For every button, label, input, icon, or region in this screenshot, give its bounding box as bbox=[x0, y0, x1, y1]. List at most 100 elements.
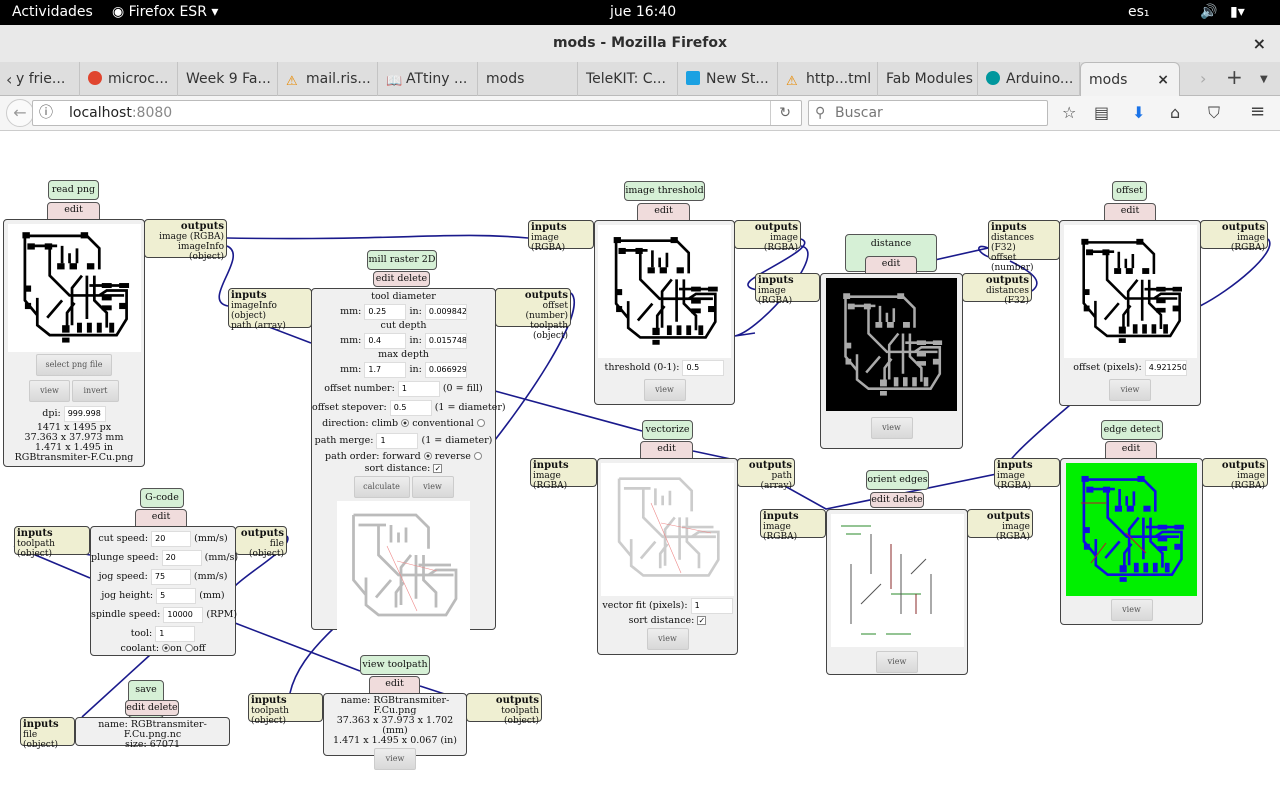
downloads-icon[interactable]: ⬇ bbox=[1132, 103, 1145, 122]
view-button[interactable]: view bbox=[646, 628, 689, 650]
view-button[interactable]: view bbox=[1109, 379, 1151, 401]
spindle-speed-input[interactable] bbox=[163, 606, 204, 623]
jog-speed-input[interactable] bbox=[150, 568, 191, 585]
sort-distance-checkbox[interactable]: ✓ bbox=[433, 464, 443, 473]
view-button[interactable]: view bbox=[643, 379, 686, 401]
app-menu[interactable]: ◉ Firefox ESR ▾ bbox=[112, 4, 218, 20]
reverse-radio[interactable] bbox=[473, 452, 482, 460]
cut-speed-input[interactable] bbox=[151, 530, 192, 547]
max-depth-mm-input[interactable] bbox=[364, 361, 407, 378]
output-port[interactable]: image (RGBA) bbox=[1231, 233, 1265, 253]
input-port[interactable]: image (RGBA) bbox=[758, 286, 792, 306]
tool-diameter-in-input[interactable] bbox=[424, 303, 467, 320]
module-title-view-toolpath[interactable]: view toolpath bbox=[360, 655, 430, 675]
view-button[interactable]: view bbox=[374, 748, 416, 770]
output-port[interactable]: image (RGBA) bbox=[996, 522, 1030, 542]
cut-depth-mm-input[interactable] bbox=[364, 332, 407, 349]
view-button[interactable]: view bbox=[29, 380, 70, 402]
menu-icon[interactable]: ≡ bbox=[1250, 101, 1265, 122]
input-port[interactable]: path (array) bbox=[231, 321, 286, 331]
input-port[interactable]: image (RGBA) bbox=[997, 471, 1031, 491]
tab[interactable]: New St... bbox=[678, 62, 778, 96]
input-port[interactable]: toolpath (object) bbox=[17, 539, 55, 559]
search-input[interactable]: ⚲ Buscar bbox=[808, 100, 1048, 126]
window-close-button[interactable]: × bbox=[1253, 25, 1266, 62]
tab[interactable]: ⚠ http...tml bbox=[778, 62, 878, 96]
tab[interactable]: microc... bbox=[80, 62, 178, 96]
view-button[interactable]: view bbox=[1110, 599, 1153, 621]
coolant-on-radio[interactable] bbox=[162, 644, 171, 652]
module-title-orient-edges[interactable]: orient edges bbox=[866, 470, 929, 490]
edit-delete-button[interactable]: edit delete bbox=[125, 700, 179, 716]
output-port[interactable]: toolpath (object) bbox=[530, 321, 568, 341]
climb-radio[interactable] bbox=[401, 419, 410, 427]
module-title-mill-raster-2d[interactable]: mill raster 2D bbox=[367, 250, 437, 270]
tabs-scroll-right-icon[interactable]: › bbox=[1200, 69, 1206, 88]
tab-active[interactable]: mods × bbox=[1080, 62, 1180, 96]
module-title-vectorize[interactable]: vectorize bbox=[642, 420, 693, 440]
input-port[interactable]: distances (F32) bbox=[991, 233, 1034, 253]
sort-distance-checkbox[interactable]: ✓ bbox=[697, 616, 707, 625]
back-button[interactable]: ← bbox=[6, 99, 34, 127]
output-port[interactable]: image (RGBA) bbox=[1231, 471, 1265, 491]
tab-list-icon[interactable]: ▼ bbox=[1260, 74, 1268, 85]
path-merge-input[interactable] bbox=[376, 432, 419, 449]
tab-close-button[interactable]: × bbox=[1157, 63, 1169, 96]
offset-number-input[interactable] bbox=[397, 380, 440, 397]
input-port[interactable]: toolpath (object) bbox=[251, 706, 289, 726]
module-title-image-threshold[interactable]: image threshold bbox=[624, 181, 705, 201]
select-png-file-button[interactable]: select png file bbox=[36, 354, 112, 376]
max-depth-in-input[interactable] bbox=[424, 361, 467, 378]
forward-radio[interactable] bbox=[423, 452, 432, 460]
tab[interactable]: ⚠ mail.ris... bbox=[278, 62, 378, 96]
module-title-gcode[interactable]: G-code bbox=[140, 488, 184, 508]
cut-depth-in-input[interactable] bbox=[424, 332, 467, 349]
tool-input[interactable] bbox=[155, 625, 196, 642]
input-port[interactable]: image (RGBA) bbox=[531, 233, 565, 253]
threshold-input[interactable] bbox=[682, 359, 725, 376]
view-button[interactable]: view bbox=[870, 417, 913, 439]
keyboard-layout[interactable]: es₁ bbox=[1128, 4, 1150, 20]
offset-stepover-input[interactable] bbox=[389, 399, 432, 416]
coolant-off-radio[interactable] bbox=[185, 644, 194, 652]
tab[interactable]: Arduino... bbox=[978, 62, 1080, 96]
output-port[interactable]: image (RGBA) bbox=[764, 233, 798, 253]
pocket-icon[interactable]: ⛉ bbox=[1208, 103, 1220, 123]
output-port[interactable]: path (array) bbox=[761, 471, 792, 491]
reload-icon[interactable]: ↻ bbox=[770, 101, 791, 125]
tabs-scroll-left-icon[interactable]: ‹ bbox=[6, 70, 12, 89]
tab[interactable]: Week 9 Fa... bbox=[178, 62, 278, 96]
mods-canvas[interactable]: read png edit delete select png file vie… bbox=[0, 131, 1280, 800]
view-button[interactable]: view bbox=[411, 476, 454, 498]
offset-pixels-input[interactable] bbox=[1144, 359, 1187, 376]
input-port[interactable]: image (RGBA) bbox=[763, 522, 797, 542]
tab[interactable]: 📖 ATtiny ... bbox=[378, 62, 478, 96]
tab[interactable]: Fab Modules bbox=[878, 62, 978, 96]
edit-delete-button[interactable]: edit delete bbox=[870, 492, 924, 508]
tab[interactable]: y frie... bbox=[14, 62, 80, 96]
site-info-icon[interactable]: ⓘ bbox=[39, 101, 53, 125]
jog-height-input[interactable] bbox=[156, 587, 197, 604]
module-title-edge-detect[interactable]: edge detect bbox=[1101, 420, 1163, 440]
output-port[interactable]: file (object) bbox=[249, 539, 284, 559]
volume-icon[interactable]: 🔊 bbox=[1200, 4, 1217, 20]
url-bar[interactable]: ⓘ localhost:8080 ↻ bbox=[32, 100, 802, 126]
input-port[interactable]: imageInfo (object) bbox=[231, 301, 277, 321]
input-port[interactable]: image (RGBA) bbox=[533, 471, 567, 491]
bookmark-star-icon[interactable]: ☆ bbox=[1062, 103, 1076, 122]
calculate-button[interactable]: calculate bbox=[353, 476, 410, 498]
conventional-radio[interactable] bbox=[476, 419, 485, 427]
tab[interactable]: TeleKIT: C... bbox=[578, 62, 678, 96]
home-icon[interactable]: ⌂ bbox=[1170, 103, 1180, 122]
clock[interactable]: jue 16:40 bbox=[610, 4, 676, 20]
module-title-read-png[interactable]: read png bbox=[48, 180, 99, 200]
input-port[interactable]: offset (number) bbox=[991, 253, 1034, 273]
output-port[interactable]: image (RGBA) bbox=[159, 232, 224, 242]
tool-diameter-mm-input[interactable] bbox=[364, 303, 407, 320]
new-tab-button[interactable]: + bbox=[1226, 65, 1243, 89]
activities-button[interactable]: Actividades bbox=[12, 4, 93, 20]
module-title-offset[interactable]: offset bbox=[1112, 181, 1147, 201]
vector-fit-input[interactable] bbox=[690, 597, 733, 614]
reading-list-icon[interactable]: ▤ bbox=[1094, 103, 1109, 122]
dpi-input[interactable] bbox=[63, 405, 106, 422]
